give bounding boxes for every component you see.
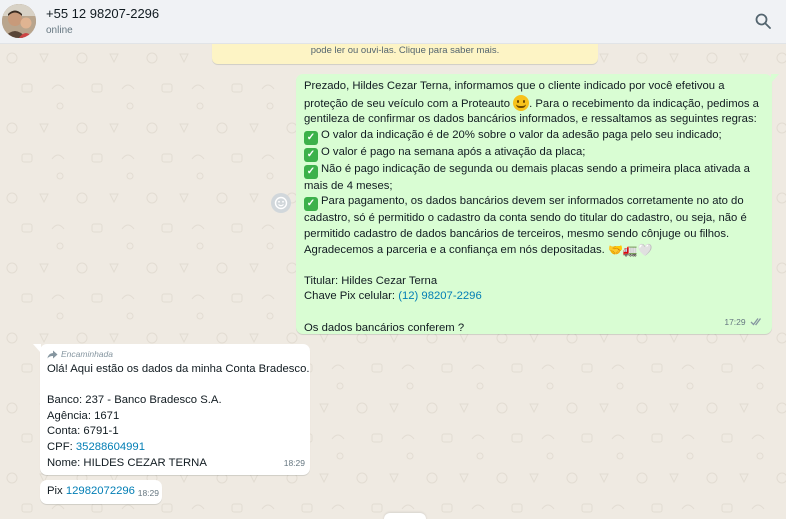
contact-name[interactable]: +55 12 98207-2296 [46, 6, 159, 21]
avatar-photo-icon [2, 4, 36, 38]
incoming-message[interactable]: Encaminhada Olá! Aqui estão os dados da … [33, 344, 310, 475]
phone-link[interactable]: (12) 98207-2296 [398, 290, 482, 302]
question-line: Os dados bancários conferem ? [304, 321, 465, 334]
cpf-line: CPF: 35288604991 [47, 440, 303, 456]
outgoing-message[interactable]: Prezado, Hildes Cezar Terna, informamos … [296, 74, 779, 334]
check-mark-button-icon: ✓ [304, 130, 318, 145]
message-line: mais de 4 meses; [304, 179, 393, 192]
double-check-icon [750, 318, 762, 326]
message-line: cadastro, só é permitido o cadastro da c… [304, 212, 747, 225]
name-line: Nome: HILDES CEZAR TERNA [47, 456, 207, 469]
message-line: Olá! Aqui estão os dados da minha Conta … [47, 363, 310, 375]
message-text: proteção de seu veículo com a Proteauto [304, 97, 514, 110]
pix-label: Chave Pix celular: [304, 290, 399, 303]
contact-status: online [46, 25, 73, 36]
rule-text: Não é pago indicação de segunda ou demai… [321, 162, 750, 175]
cpf-link[interactable]: 35288604991 [76, 441, 145, 453]
account-line: Conta: 6791-1 [47, 425, 119, 438]
message-text: Agradecemos a parceria e a confiança em … [304, 243, 608, 256]
chat-header: +55 12 98207-2296 online [0, 0, 786, 44]
message-line: Agradecemos a parceria e a confiança em … [304, 243, 764, 259]
bubble-tail [771, 74, 779, 83]
message-line: Prezado, Hildes Cezar Terna, informamos … [304, 80, 725, 92]
holder-line: Titular: Hildes Cezar Terna [304, 274, 438, 287]
cpf-label: CPF: [47, 440, 76, 453]
chat-area[interactable]: pode ler ou ouvi-las. Clique para saber … [0, 44, 786, 519]
handshake-truck-heart-icons: 🤝🚛🤍 [607, 242, 653, 257]
message-line: proteção de seu veículo com a Proteauto … [304, 94, 764, 113]
incoming-message[interactable]: Pix 12982072296 18:29 [40, 480, 162, 504]
reaction-button[interactable] [271, 193, 291, 213]
message-meta: 17:29 [724, 315, 764, 331]
search-button[interactable] [752, 10, 774, 32]
pix-label: Pix [47, 485, 66, 497]
bubble-tail [33, 344, 41, 353]
rule-text: O valor da indicação é de 20% sobre o va… [321, 128, 722, 141]
smiley-icon [274, 196, 288, 210]
message-time: 18:29 [283, 458, 305, 469]
forwarded-label: Encaminhada [61, 349, 113, 359]
message-line: gentileza de confirmar os dados bancário… [304, 113, 757, 126]
rule-line: ✓ O valor é pago na semana após a ativaçã… [304, 145, 764, 162]
bank-line: Banco: 237 - Banco Bradesco S.A. [47, 394, 222, 407]
message-time: 17:29 [724, 317, 746, 328]
check-mark-button-icon: ✓ [304, 147, 318, 162]
forwarded-indicator: Encaminhada [47, 348, 303, 360]
pix-line: Chave Pix celular: (12) 98207-2296 [304, 289, 764, 305]
encryption-notice[interactable]: pode ler ou ouvi-las. Clique para saber … [212, 44, 598, 64]
grinning-face-icon [513, 94, 530, 111]
rule-text: Para pagamento, os dados bancários devem… [321, 195, 744, 208]
rule-line: ✓ Para pagamento, os dados bancários deve… [304, 194, 764, 212]
rule-line: ✓ Não é pago indicação de segunda ou dema… [304, 162, 764, 179]
check-mark-button-icon: ✓ [304, 164, 318, 179]
check-mark-button-icon: ✓ [304, 197, 318, 212]
agency-line: Agência: 1671 [47, 409, 120, 422]
search-icon [755, 13, 771, 29]
message-text: . Para o recebimento da indicação, pedim… [529, 97, 759, 110]
forward-arrow-icon [47, 350, 58, 358]
message-time: 18:29 [137, 488, 159, 499]
rule-line: ✓ O valor da indicação é de 20% sobre o v… [304, 128, 764, 145]
rule-text: O valor é pago na semana após a ativação… [321, 145, 586, 158]
message-line: permitido cadastro de dados bancários de… [304, 227, 730, 240]
scroll-down-button[interactable] [384, 513, 426, 519]
phone-link[interactable]: 12982072296 [66, 485, 135, 497]
avatar[interactable] [2, 4, 36, 38]
